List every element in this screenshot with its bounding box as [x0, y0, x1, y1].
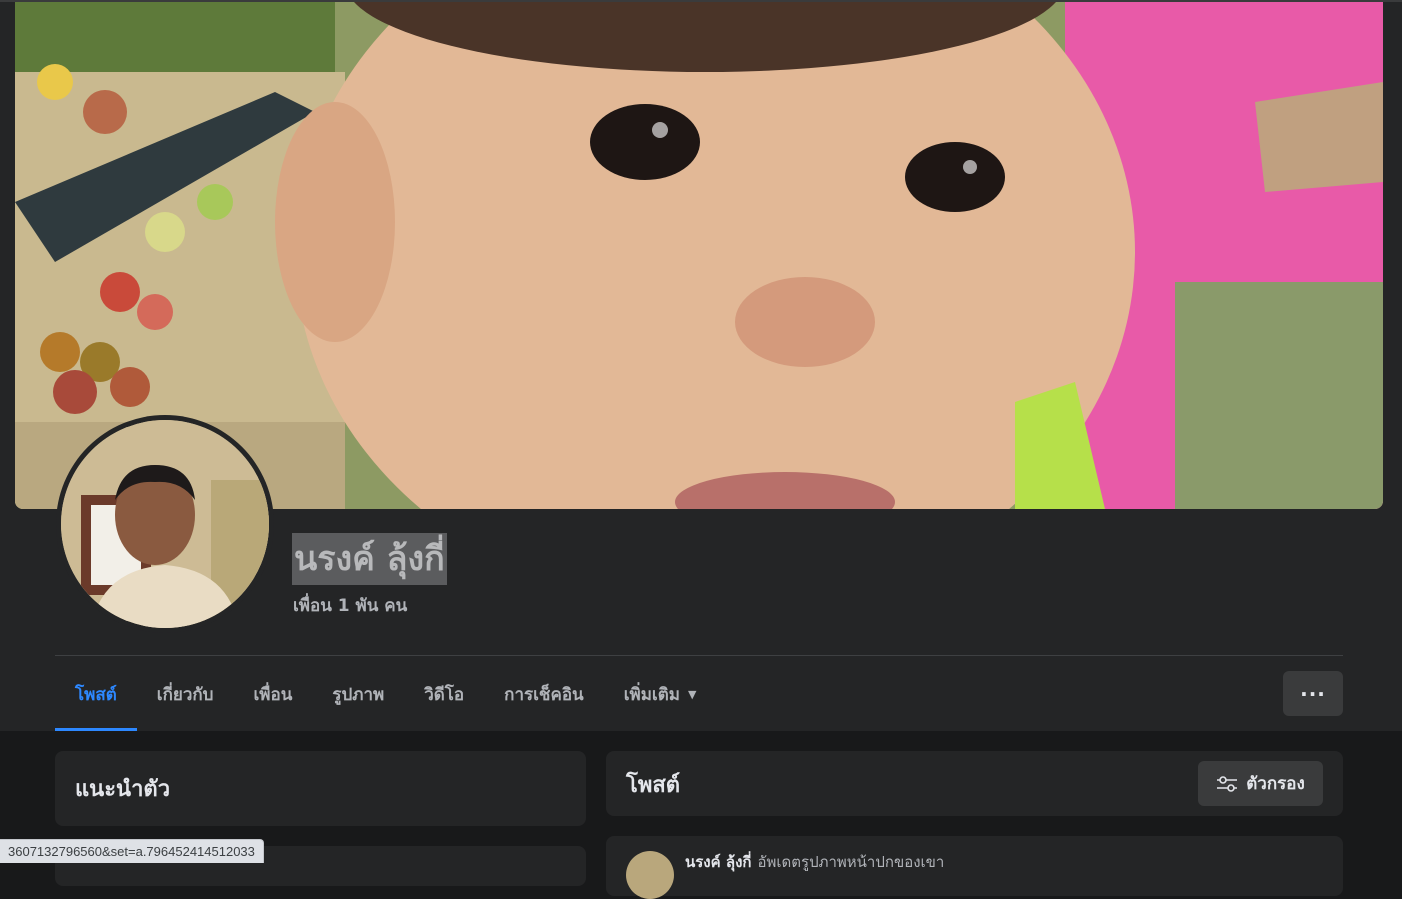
profile-tabs: โพสต์ เกี่ยวกับ เพื่อน รูปภาพ วิดีโอ การ… [55, 660, 716, 731]
tab-about-label: เกี่ยวกับ [156, 684, 214, 705]
friends-count[interactable]: เพื่อน 1 พัน คน [293, 592, 407, 619]
more-options-button[interactable]: ··· [1283, 671, 1343, 716]
ellipsis-icon: ··· [1300, 681, 1326, 706]
status-bar-url: 3607132796560&set=a.796452414512033 [0, 839, 264, 863]
filter-label: ตัวกรอง [1246, 774, 1305, 794]
caret-down-icon: ▼ [687, 687, 697, 701]
sliders-icon [1217, 775, 1238, 792]
intro-card: แนะนำตัว [55, 751, 586, 826]
tab-photos-label: รูปภาพ [332, 684, 385, 705]
header-divider [55, 655, 1343, 656]
intro-title: แนะนำตัว [75, 777, 171, 802]
post-author: นรงค์ ลุ้งกี่ อัพเดตรูปภาพหน้าปกของเขา [685, 850, 944, 874]
tab-friends-label: เพื่อน [253, 684, 293, 705]
tab-videos[interactable]: วิดีโอ [404, 660, 484, 731]
tab-checkins-label: การเช็คอิน [504, 684, 584, 705]
post-author-name[interactable]: นรงค์ ลุ้งกี่ [685, 853, 752, 871]
tab-photos[interactable]: รูปภาพ [312, 660, 404, 731]
filter-button[interactable]: ตัวกรอง [1198, 761, 1323, 806]
tab-about[interactable]: เกี่ยวกับ [137, 660, 234, 731]
posts-title: โพสต์ [626, 773, 681, 798]
tab-checkins[interactable]: การเช็คอิน [484, 660, 604, 731]
tab-posts-label: โพสต์ [75, 684, 117, 705]
tab-more-label: เพิ่มเติม [623, 684, 680, 705]
profile-avatar-image [61, 420, 269, 628]
profile-name: นรงค์ ลุ้งกี่ [292, 533, 447, 585]
profile-avatar[interactable] [61, 420, 269, 628]
tab-posts[interactable]: โพสต์ [55, 660, 137, 731]
tab-friends[interactable]: เพื่อน [233, 660, 312, 731]
post-author-avatar[interactable] [626, 851, 674, 899]
tab-videos-label: วิดีโอ [424, 684, 465, 705]
tab-more[interactable]: เพิ่มเติม ▼ [604, 660, 717, 731]
post-description: อัพเดตรูปภาพหน้าปกของเขา [757, 853, 945, 871]
